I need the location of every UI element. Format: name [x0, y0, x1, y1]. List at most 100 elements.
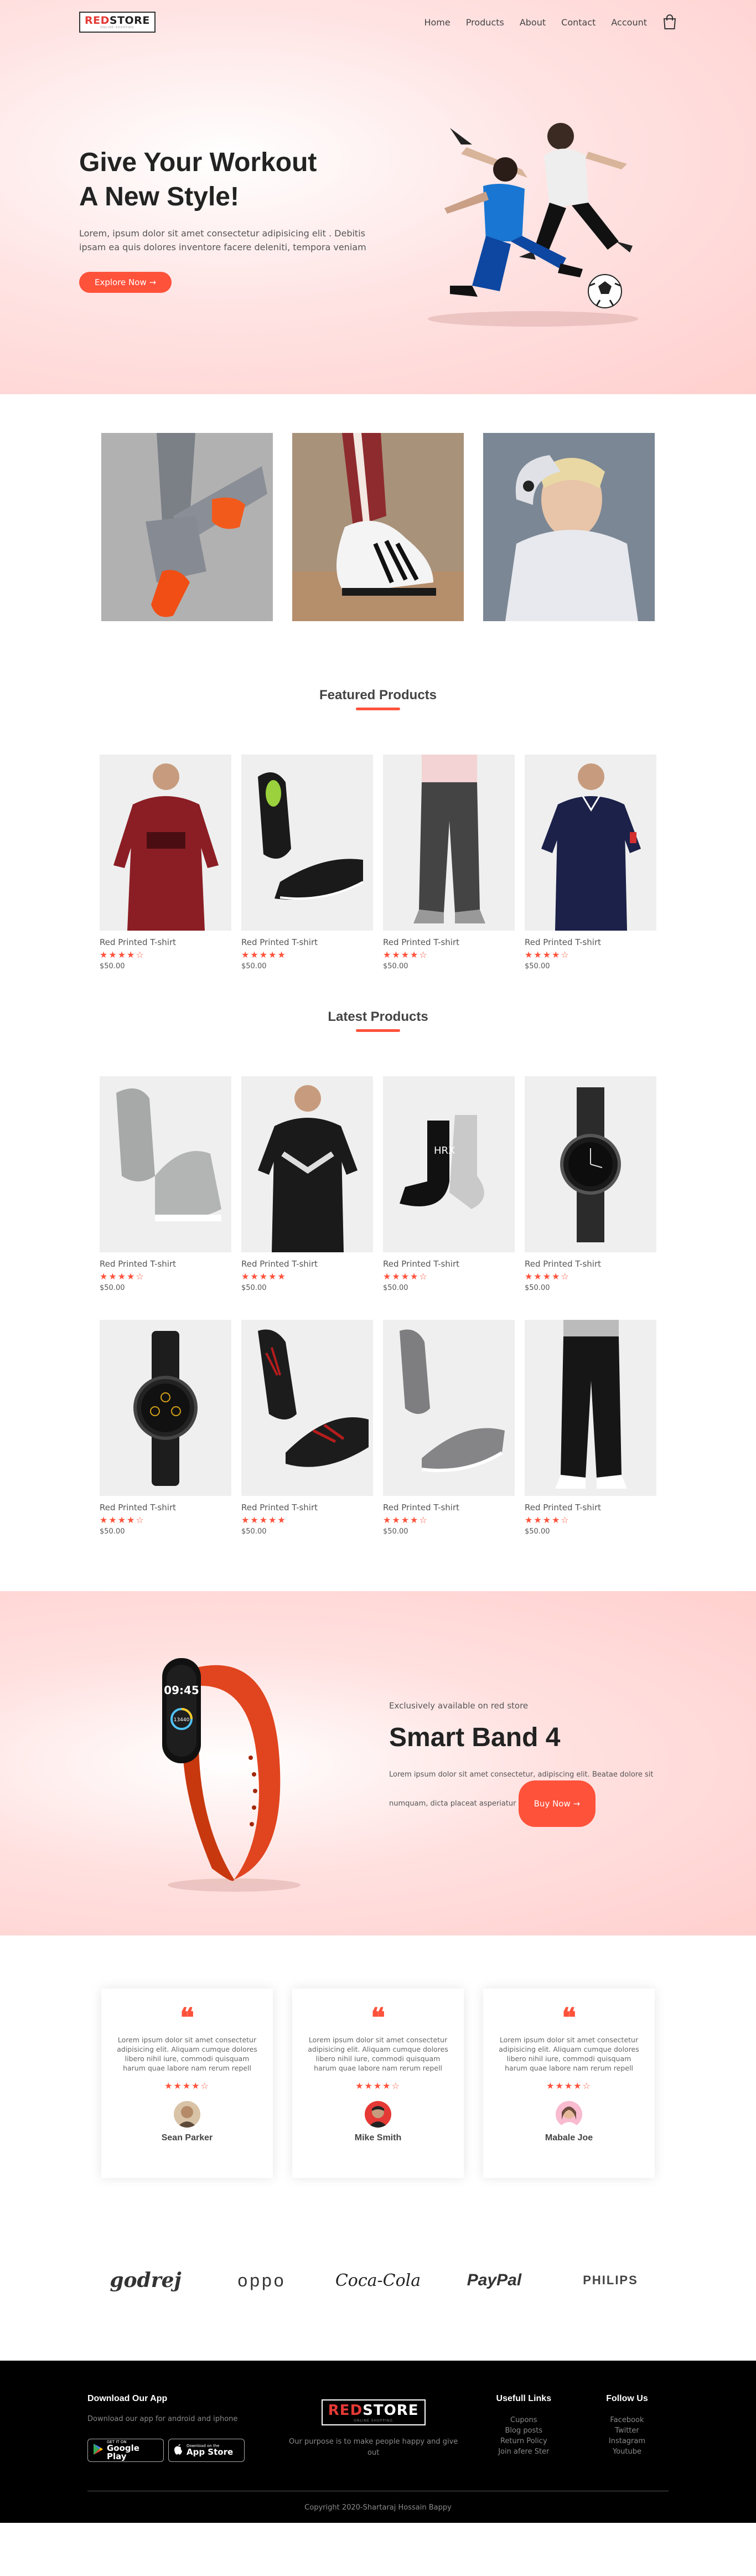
offer-subtitle: Exclusively available on red store: [389, 1700, 529, 1711]
product-name[interactable]: Red Printed T-shirt: [525, 1259, 656, 1269]
product-name[interactable]: Red Printed T-shirt: [100, 1259, 231, 1269]
smart-band-image: 09:45 13440: [79, 1619, 378, 1907]
product-name[interactable]: Red Printed T-shirt: [525, 1503, 656, 1512]
footer-link-facebook[interactable]: Facebook: [586, 2415, 669, 2425]
rating-stars: ★★★★☆: [546, 2081, 592, 2091]
footer-link-twitter[interactable]: Twitter: [586, 2425, 669, 2436]
rating-stars: ★★★★★: [241, 1515, 287, 1525]
product-image-navy-polo[interactable]: [525, 755, 656, 931]
product-price: $50.00: [383, 1284, 408, 1292]
product-image-socks[interactable]: HRX: [383, 1076, 515, 1252]
footer-link-coupons[interactable]: Cupons: [482, 2415, 565, 2425]
footer-link-instagram[interactable]: Instagram: [586, 2436, 669, 2446]
offer-title: Smart Band 4: [389, 1722, 561, 1752]
footer-link-join[interactable]: Join afere Ster: [482, 2446, 565, 2457]
rating-stars: ★★★★☆: [355, 2081, 401, 2091]
product-card[interactable]: Red Printed T-shirt ★★★★★ $50.00: [241, 1076, 373, 1292]
product-name[interactable]: Red Printed T-shirt: [241, 1503, 373, 1512]
product-card[interactable]: Red Printed T-shirt ★★★★☆ $50.00: [100, 1320, 231, 1536]
nav-products[interactable]: Products: [466, 17, 504, 28]
category-image-adidas-shoes[interactable]: [292, 433, 464, 621]
product-price: $50.00: [525, 962, 550, 970]
product-image-black-shoes[interactable]: [241, 755, 373, 931]
product-card[interactable]: HRX Red Printed T-shirt ★★★★☆ $50.00: [383, 1076, 515, 1292]
latest-products-title: Latest Products: [79, 1009, 677, 1032]
product-image-black-puma-tshirt[interactable]: [241, 1076, 373, 1252]
quote-icon: ❝: [371, 2002, 385, 2033]
nav-contact[interactable]: Contact: [561, 17, 596, 28]
product-image-grey-joggers[interactable]: [383, 755, 515, 931]
latest-products-row-1: Red Printed T-shirt ★★★★☆ $50.00 Red Pri…: [100, 1076, 656, 1292]
footer-follow-col: Follow Us Facebook Twitter Instagram You…: [586, 2394, 669, 2462]
product-name[interactable]: Red Printed T-shirt: [100, 937, 231, 947]
product-name[interactable]: Red Printed T-shirt: [383, 1259, 515, 1269]
product-name[interactable]: Red Printed T-shirt: [241, 937, 373, 947]
product-price: $50.00: [100, 962, 125, 970]
footer-link-blog[interactable]: Blog posts: [482, 2425, 565, 2436]
categories-section: [0, 394, 756, 654]
hero-content: Give Your Workout A New Style! Lorem, ips…: [79, 44, 677, 394]
footer-download-text: Download our app for android and iphone: [87, 2415, 238, 2423]
nav-home[interactable]: Home: [424, 17, 450, 28]
product-card[interactable]: Red Printed T-shirt ★★★★☆ $50.00: [383, 755, 515, 970]
product-name[interactable]: Red Printed T-shirt: [241, 1259, 373, 1269]
quote-icon: ❝: [180, 2002, 194, 2033]
product-image-black-watch[interactable]: [525, 1076, 656, 1252]
featured-products-section: Featured Products Red Printed T-shirt ★★…: [79, 688, 677, 1536]
google-play-icon: [92, 2443, 103, 2458]
product-card[interactable]: Red Printed T-shirt ★★★★☆ $50.00: [383, 1320, 515, 1536]
avatar: [365, 2101, 391, 2128]
nav-account[interactable]: Account: [611, 17, 647, 28]
product-name[interactable]: Red Printed T-shirt: [525, 937, 656, 947]
rating-stars: ★★★★☆: [383, 949, 428, 960]
footer-purpose-text: Our purpose is to make people happy and …: [289, 2438, 458, 2457]
shopping-bag-icon[interactable]: [662, 14, 677, 30]
buy-now-button[interactable]: Buy Now →: [518, 1780, 596, 1827]
testimonial-card: ❝ Lorem ipsum dolor sit amet consectetur…: [101, 1989, 273, 2178]
apple-icon: [173, 2443, 183, 2458]
testimonials-section: ❝ Lorem ipsum dolor sit amet consectetur…: [0, 1935, 756, 2233]
main-nav: Home Products About Contact Account: [424, 14, 677, 30]
hero-description: Lorem, ipsum dolor sit amet consectetur …: [79, 228, 366, 252]
product-price: $50.00: [100, 1284, 125, 1292]
product-image-chrono-watch[interactable]: [100, 1320, 231, 1496]
product-image-grey-hightops[interactable]: [100, 1076, 231, 1252]
category-image-sneakers[interactable]: [101, 433, 273, 621]
site-logo[interactable]: REDSTORE ONLINE SHOPPING: [79, 12, 156, 33]
testimonial-card: ❝ Lorem ipsum dolor sit amet consectetur…: [483, 1989, 655, 2178]
footer-link-youtube[interactable]: Youtube: [586, 2446, 669, 2457]
explore-now-button[interactable]: Explore Now →: [79, 272, 172, 293]
product-card[interactable]: Red Printed T-shirt ★★★★☆ $50.00: [100, 755, 231, 970]
product-name[interactable]: Red Printed T-shirt: [383, 1503, 515, 1512]
product-price: $50.00: [383, 962, 408, 970]
footer-download-title: Download Our App: [87, 2394, 168, 2403]
footer-logo-tagline: ONLINE SHOPPING: [354, 2419, 393, 2423]
rating-stars: ★★★★★: [241, 1271, 287, 1282]
nav-about[interactable]: About: [520, 17, 546, 28]
product-image-red-tshirt[interactable]: [100, 755, 231, 931]
hero-section: REDSTORE ONLINE SHOPPING Home Products A…: [0, 0, 756, 394]
google-play-button[interactable]: GET IT ON Google Play: [87, 2439, 164, 2462]
product-card[interactable]: Red Printed T-shirt ★★★★☆ $50.00: [525, 755, 656, 970]
product-image-black-red-shoes[interactable]: [241, 1320, 373, 1496]
rating-stars: ★★★★☆: [525, 1271, 570, 1282]
watch-steps-text: 13440: [174, 1717, 190, 1723]
product-name[interactable]: Red Printed T-shirt: [100, 1503, 231, 1512]
hero-text: Give Your Workout A New Style! Lorem, ips…: [79, 146, 367, 293]
product-image-grey-slipons[interactable]: [383, 1320, 515, 1496]
product-image-black-trackpants[interactable]: [525, 1320, 656, 1496]
product-card[interactable]: Red Printed T-shirt ★★★★☆ $50.00: [100, 1076, 231, 1292]
app-store-button[interactable]: Download on the App Store: [168, 2439, 245, 2462]
quote-icon: ❝: [562, 2002, 576, 2033]
product-card[interactable]: Red Printed T-shirt ★★★★★ $50.00: [241, 1320, 373, 1536]
footer-logo[interactable]: REDSTORE ONLINE SHOPPING: [321, 2399, 426, 2425]
product-card[interactable]: Red Printed T-shirt ★★★★☆ $50.00: [525, 1076, 656, 1292]
product-card[interactable]: Red Printed T-shirt ★★★★★ $50.00: [241, 755, 373, 970]
product-name[interactable]: Red Printed T-shirt: [383, 937, 515, 947]
product-card[interactable]: Red Printed T-shirt ★★★★☆ $50.00: [525, 1320, 656, 1536]
rating-stars: ★★★★☆: [383, 1515, 428, 1525]
category-image-sportswear[interactable]: [483, 433, 655, 621]
avatar: [174, 2101, 200, 2128]
product-price: $50.00: [241, 1527, 267, 1536]
footer-link-return-policy[interactable]: Return Policy: [482, 2436, 565, 2446]
